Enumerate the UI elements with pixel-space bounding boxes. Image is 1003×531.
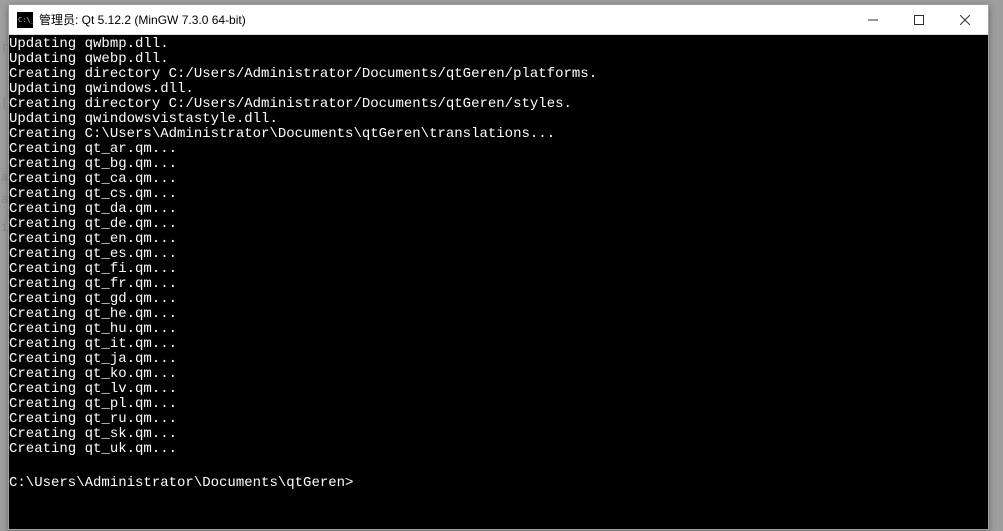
maximize-button[interactable] xyxy=(896,5,942,34)
terminal-line: Creating qt_it.qm... xyxy=(9,337,988,352)
background-gutter: r [ a a i xyxy=(0,0,8,531)
terminal-line: Creating directory C:/Users/Administrato… xyxy=(9,67,988,82)
terminal-line: Creating qt_hu.qm... xyxy=(9,322,988,337)
window-title: 管理员: Qt 5.12.2 (MinGW 7.3.0 64-bit) xyxy=(39,11,246,28)
terminal-line: Creating qt_ca.qm... xyxy=(9,172,988,187)
console-window: 管理员: Qt 5.12.2 (MinGW 7.3.0 64-bit) Upda… xyxy=(8,4,989,530)
terminal-line: Updating qwbmp.dll. xyxy=(9,37,988,52)
terminal-line: Creating directory C:/Users/Administrato… xyxy=(9,97,988,112)
close-button[interactable] xyxy=(942,5,988,34)
terminal-line: Creating qt_uk.qm... xyxy=(9,442,988,457)
terminal-prompt[interactable]: C:\Users\Administrator\Documents\qtGeren… xyxy=(9,472,988,491)
terminal-line: Creating qt_ja.qm... xyxy=(9,352,988,367)
terminal-line: Creating qt_cs.qm... xyxy=(9,187,988,202)
terminal-line: Creating qt_ko.qm... xyxy=(9,367,988,382)
titlebar[interactable]: 管理员: Qt 5.12.2 (MinGW 7.3.0 64-bit) xyxy=(9,5,988,35)
minimize-icon xyxy=(868,15,878,25)
terminal-line: Creating qt_bg.qm... xyxy=(9,157,988,172)
terminal-line: Creating qt_sk.qm... xyxy=(9,427,988,442)
terminal-line: Creating qt_es.qm... xyxy=(9,247,988,262)
terminal-line: Creating qt_gd.qm... xyxy=(9,292,988,307)
window-controls xyxy=(850,5,988,34)
cursor xyxy=(353,472,361,486)
terminal-line: Creating qt_ru.qm... xyxy=(9,412,988,427)
minimize-button[interactable] xyxy=(850,5,896,34)
terminal-line: Creating qt_en.qm... xyxy=(9,232,988,247)
terminal-line: Creating qt_fi.qm... xyxy=(9,262,988,277)
terminal-line: Updating qwindowsvistastyle.dll. xyxy=(9,112,988,127)
terminal-line: Creating qt_de.qm... xyxy=(9,217,988,232)
terminal-line: Creating qt_he.qm... xyxy=(9,307,988,322)
close-icon xyxy=(960,15,970,25)
terminal-line: Creating C:\Users\Administrator\Document… xyxy=(9,127,988,142)
terminal-line: Creating qt_lv.qm... xyxy=(9,382,988,397)
terminal-line: Creating qt_pl.qm... xyxy=(9,397,988,412)
terminal-line: Updating qwebp.dll. xyxy=(9,52,988,67)
terminal-line: Updating qwindows.dll. xyxy=(9,82,988,97)
terminal-line: Creating qt_ar.qm... xyxy=(9,142,988,157)
maximize-icon xyxy=(914,15,924,25)
terminal-output[interactable]: Updating qwbmp.dll.Updating qwebp.dll.Cr… xyxy=(9,35,988,529)
cmd-icon xyxy=(17,12,33,28)
terminal-line: Creating qt_fr.qm... xyxy=(9,277,988,292)
terminal-line: Creating qt_da.qm... xyxy=(9,202,988,217)
